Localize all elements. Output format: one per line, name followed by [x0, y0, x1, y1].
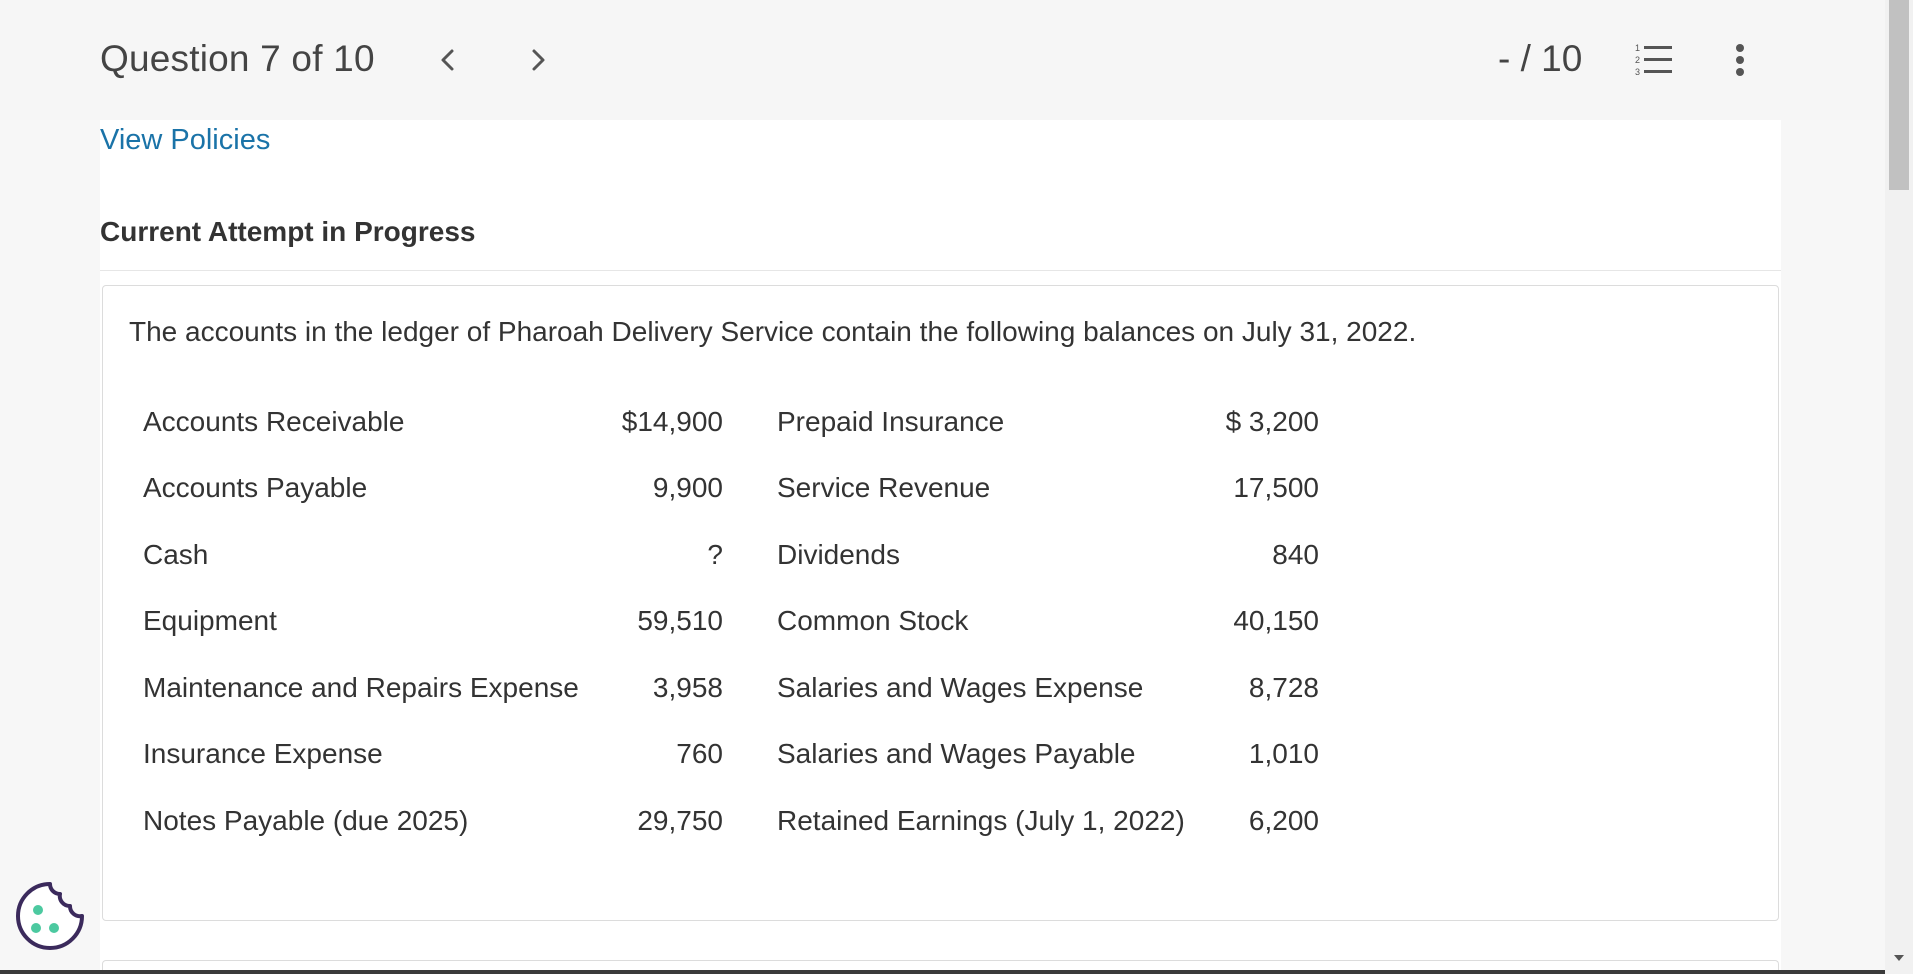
account-balance: ? [707, 539, 723, 570]
account-label: Salaries and Wages Payable [777, 738, 1136, 769]
account-label: Maintenance and Repairs Expense [143, 672, 579, 703]
page-scrollbar[interactable] [1885, 0, 1913, 974]
account-balance: 6,200 [1248, 805, 1319, 836]
account-balance: $14,900 [621, 406, 723, 437]
question-content: View Policies Current Attempt in Progres… [100, 120, 1781, 974]
account-balance: 840 [1272, 539, 1319, 570]
account-label: Accounts Payable [143, 472, 368, 503]
bottom-edge [0, 970, 1885, 974]
view-policies-link[interactable]: View Policies [100, 124, 270, 157]
next-question-button[interactable] [520, 40, 556, 80]
account-label: Prepaid Insurance [777, 406, 1005, 437]
account-label: Cash [143, 539, 209, 570]
account-balance: 8,728 [1248, 672, 1319, 703]
account-balance: 3,958 [652, 672, 723, 703]
previous-question-button[interactable] [430, 40, 466, 80]
account-label: Equipment [143, 605, 277, 636]
problem-card: The accounts in the ledger of Pharoah De… [102, 285, 1779, 921]
account-label: Retained Earnings (July 1, 2022) [777, 805, 1185, 836]
account-balance: 59,510 [637, 605, 723, 636]
problem-intro: The accounts in the ledger of Pharoah De… [129, 316, 1417, 347]
account-label: Common Stock [777, 605, 969, 636]
divider [100, 270, 1781, 271]
numbered-list-icon: 1 2 3 [1635, 43, 1672, 77]
account-balance: 760 [676, 738, 723, 769]
svg-text:1: 1 [1635, 43, 1640, 53]
cookie-settings-button[interactable] [14, 880, 86, 952]
account-balance: 40,150 [1233, 605, 1319, 636]
cookie-icon [16, 882, 84, 950]
svg-text:2: 2 [1635, 55, 1640, 65]
scrollbar-thumb[interactable] [1889, 0, 1909, 190]
more-options-button[interactable] [1722, 40, 1758, 80]
attempt-status: Current Attempt in Progress [100, 216, 476, 247]
account-label: Salaries and Wages Expense [777, 672, 1144, 703]
chevron-left-icon [441, 49, 454, 71]
score-display: - / 10 [1498, 38, 1583, 79]
chevron-right-icon [532, 49, 545, 71]
question-title: Question 7 of 10 [100, 38, 375, 79]
svg-text:3: 3 [1635, 67, 1640, 77]
account-label: Dividends [777, 539, 900, 570]
account-balance: 17,500 [1233, 472, 1319, 503]
account-balance: $ 3,200 [1225, 406, 1319, 437]
scroll-down-arrow-icon[interactable] [1891, 950, 1907, 966]
account-label: Notes Payable (due 2025) [143, 805, 469, 836]
account-label: Insurance Expense [143, 738, 383, 769]
more-vertical-icon [1736, 44, 1744, 76]
account-label: Service Revenue [777, 472, 991, 503]
account-label: Accounts Receivable [143, 406, 405, 437]
account-balance: 29,750 [637, 805, 723, 836]
question-list-button[interactable]: 1 2 3 [1634, 42, 1674, 78]
account-balance: 1,010 [1248, 738, 1319, 769]
account-balance: 9,900 [652, 472, 723, 503]
question-header: Question 7 of 10 - / 10 1 2 3 [0, 0, 1885, 120]
